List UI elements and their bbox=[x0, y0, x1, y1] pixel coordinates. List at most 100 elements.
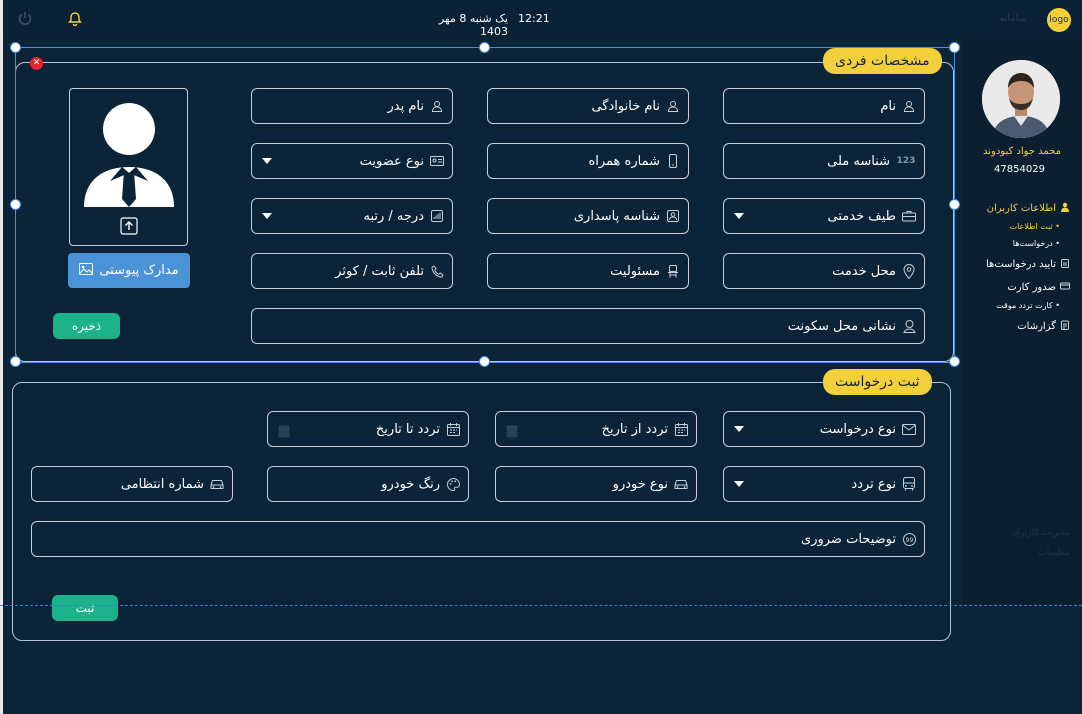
address-label: نشانی محل سکونت bbox=[787, 318, 896, 334]
sidebar-item-user-management[interactable]: مدیریت کاربران bbox=[1011, 528, 1070, 538]
resize-handle-tr[interactable] bbox=[949, 42, 960, 53]
sidebar-subitem-temp-card[interactable]: کارت تردد موقت bbox=[996, 301, 1060, 310]
card-icon bbox=[1060, 281, 1070, 294]
chevron-down-icon bbox=[262, 158, 272, 164]
svg-text:99: 99 bbox=[905, 537, 913, 544]
plate-number-field[interactable]: شماره انتظامی bbox=[31, 466, 233, 502]
top-bar: یک شنبه 8 مهر 1403 12:21 سامانه logo bbox=[3, 0, 1082, 38]
sidebar-subitem-requests[interactable]: درخواست‌ها bbox=[1013, 239, 1060, 248]
address-pin-icon bbox=[902, 319, 916, 333]
car-icon bbox=[210, 477, 224, 491]
resize-handle-bl[interactable] bbox=[10, 356, 21, 367]
sidebar: محمد جواد کبودوند 47854029 اطلاعات کاربر… bbox=[962, 38, 1082, 604]
name-label: نام bbox=[880, 98, 896, 114]
sidebar-user-name: محمد جواد کبودوند bbox=[982, 146, 1062, 157]
phone-icon bbox=[666, 154, 680, 168]
resize-handle-tl[interactable] bbox=[10, 42, 21, 53]
bus-icon bbox=[902, 477, 916, 491]
sidebar-item-issue-card[interactable]: صدور کارت bbox=[1007, 281, 1070, 294]
profile-photo-box[interactable] bbox=[69, 88, 188, 246]
responsibility-label: مسئولیت bbox=[610, 263, 660, 279]
attached-documents-label: مدارک پیوستی bbox=[99, 263, 179, 278]
user-icon bbox=[1060, 202, 1070, 215]
vehicle-color-label: رنگ خودرو bbox=[381, 476, 440, 492]
car-icon bbox=[674, 477, 688, 491]
save-button[interactable]: ذخیره bbox=[53, 313, 120, 339]
father-name-label: نام پدر bbox=[387, 98, 424, 114]
family-name-label: نام خانوادگی bbox=[591, 98, 660, 114]
request-type-label: نوع درخواست bbox=[819, 421, 896, 437]
membership-select[interactable]: نوع عضویت bbox=[251, 143, 453, 179]
location-pin-icon bbox=[902, 263, 916, 279]
personal-info-title: مشخصات فردی bbox=[823, 48, 942, 74]
power-icon[interactable] bbox=[17, 11, 33, 27]
calendar-icon bbox=[446, 422, 460, 436]
address-field[interactable]: نشانی محل سکونت bbox=[251, 308, 925, 344]
sidebar-item-label: گزارشات bbox=[1017, 321, 1056, 332]
to-date-field[interactable]: تردد تا تاریخ bbox=[267, 411, 469, 447]
guide-line bbox=[0, 605, 1082, 606]
mobile-label: شماره همراه bbox=[588, 153, 660, 169]
service-range-select[interactable]: طیف خدمتی bbox=[723, 198, 925, 234]
service-place-field[interactable]: محل خدمت bbox=[723, 253, 925, 289]
rank-select[interactable]: درجه / رتبه bbox=[251, 198, 453, 234]
sidebar-item-label: صدور کارت bbox=[1007, 282, 1056, 293]
vehicle-type-field[interactable]: نوع خودرو bbox=[495, 466, 697, 502]
resize-handle-t[interactable] bbox=[479, 42, 490, 53]
id-card-icon bbox=[430, 154, 444, 168]
landline-field[interactable]: تلفن ثابت / کوثر bbox=[251, 253, 453, 289]
sidebar-user-id: 47854029 bbox=[994, 164, 1045, 175]
request-title: ثبت درخواست bbox=[823, 369, 932, 395]
envelope-icon bbox=[902, 422, 916, 436]
briefcase-icon bbox=[902, 209, 916, 223]
current-date: یک شنبه 8 مهر 1403 bbox=[438, 12, 508, 38]
service-place-label: محل خدمت bbox=[832, 263, 896, 279]
resize-handle-br[interactable] bbox=[949, 356, 960, 367]
user-icon bbox=[666, 99, 680, 113]
upload-icon[interactable] bbox=[120, 217, 138, 235]
window-edge bbox=[0, 0, 3, 714]
national-id-field[interactable]: 123 شناسه ملی bbox=[723, 143, 925, 179]
father-name-field[interactable]: نام پدر bbox=[251, 88, 453, 124]
palette-icon bbox=[446, 477, 460, 491]
bell-icon[interactable] bbox=[67, 11, 83, 27]
app-logo[interactable]: logo bbox=[1047, 8, 1071, 32]
description-field[interactable]: 99 توضیحات ضروری bbox=[31, 521, 925, 557]
user-icon bbox=[430, 99, 444, 113]
from-date-label: تردد از تاریخ bbox=[601, 421, 668, 437]
sidebar-item-approve-requests[interactable]: تایید درخواست‌ها bbox=[986, 258, 1070, 271]
sidebar-item-settings[interactable]: تنظیمات bbox=[1038, 548, 1070, 558]
request-type-select[interactable]: نوع درخواست bbox=[723, 411, 925, 447]
avatar[interactable] bbox=[982, 60, 1060, 138]
chevron-down-icon bbox=[734, 426, 744, 432]
national-id-label: شناسه ملی bbox=[827, 153, 890, 169]
vehicle-type-label: نوع خودرو bbox=[612, 476, 668, 492]
number-icon: 123 bbox=[896, 156, 916, 166]
landline-label: تلفن ثابت / کوثر bbox=[335, 263, 424, 279]
rank-label: درجه / رتبه bbox=[363, 208, 424, 224]
sidebar-item-users[interactable]: اطلاعات کاربران bbox=[987, 202, 1070, 215]
to-date-label: تردد تا تاریخ bbox=[375, 421, 440, 437]
resize-handle-l[interactable] bbox=[10, 199, 21, 210]
traffic-type-select[interactable]: نوع تردد bbox=[723, 466, 925, 502]
current-time: 12:21 bbox=[518, 12, 550, 25]
responsibility-field[interactable]: مسئولیت bbox=[487, 253, 689, 289]
guard-id-label: شناسه پاسداری bbox=[573, 208, 660, 224]
family-name-field[interactable]: نام خانوادگی bbox=[487, 88, 689, 124]
person-placeholder-icon bbox=[84, 103, 174, 207]
traffic-type-label: نوع تردد bbox=[851, 476, 896, 492]
close-icon[interactable]: ✕ bbox=[30, 57, 43, 70]
submit-button[interactable]: ثبت bbox=[52, 595, 118, 621]
guard-id-field[interactable]: شناسه پاسداری bbox=[487, 198, 689, 234]
from-date-field[interactable]: تردد از تاریخ bbox=[495, 411, 697, 447]
vehicle-color-field[interactable]: رنگ خودرو bbox=[267, 466, 469, 502]
resize-handle-r[interactable] bbox=[949, 199, 960, 210]
sidebar-item-reports[interactable]: گزارشات bbox=[1017, 320, 1070, 333]
attached-documents-button[interactable]: مدارک پیوستی bbox=[68, 253, 190, 288]
name-field[interactable]: نام bbox=[723, 88, 925, 124]
mobile-field[interactable]: شماره همراه bbox=[487, 143, 689, 179]
resize-handle-b[interactable] bbox=[479, 356, 490, 367]
chevron-down-icon bbox=[734, 213, 744, 219]
sidebar-subitem-register-info[interactable]: ثبت اطلاعات bbox=[1010, 222, 1060, 231]
plate-number-label: شماره انتظامی bbox=[120, 476, 204, 492]
